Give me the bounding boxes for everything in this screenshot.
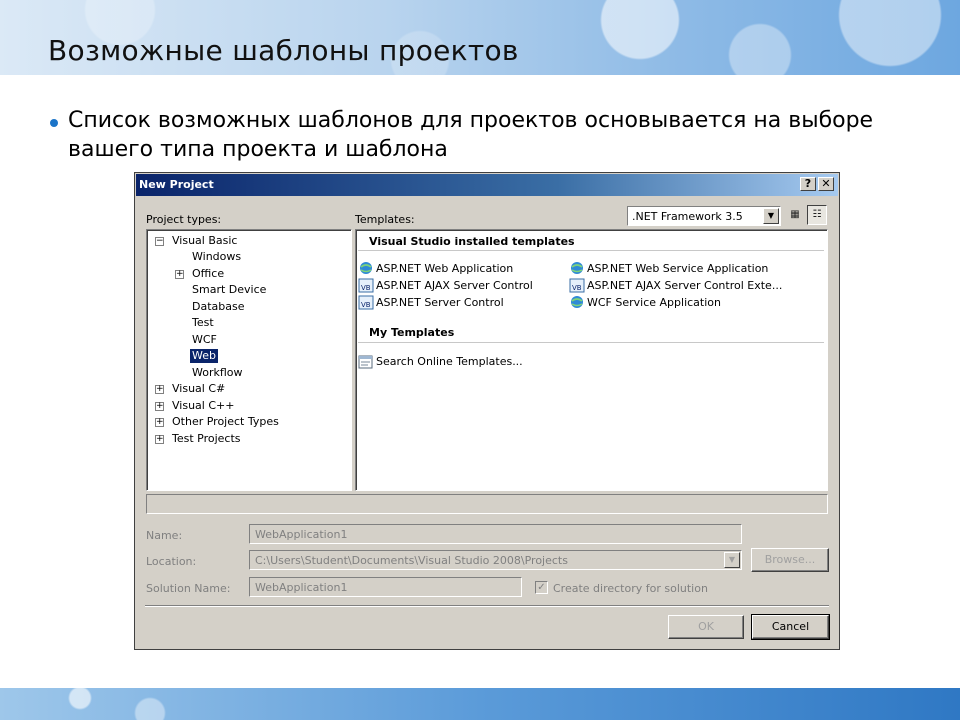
- tree-item-test-projects[interactable]: Test Projects: [170, 432, 243, 446]
- templates-list[interactable]: Visual Studio installed templates ASP.NE…: [355, 229, 828, 491]
- location-label: Location:: [146, 555, 197, 568]
- template-label: ASP.NET Web Service Application: [587, 262, 769, 275]
- help-button[interactable]: ?: [800, 177, 816, 191]
- tree-item-windows[interactable]: Windows: [190, 250, 243, 264]
- tree-item-office[interactable]: Office: [190, 267, 226, 281]
- tree-item-other-project-types[interactable]: Other Project Types: [170, 415, 281, 429]
- web-project-icon: [571, 262, 583, 274]
- browse-button[interactable]: Browse...: [751, 548, 829, 572]
- template-description-bar: [146, 494, 828, 514]
- tree-item-visual-basic[interactable]: Visual Basic: [170, 234, 239, 248]
- location-combo[interactable]: C:\Users\Student\Documents\Visual Studio…: [249, 550, 742, 570]
- web-project-icon: [571, 296, 583, 308]
- template-label: Search Online Templates...: [376, 355, 523, 368]
- tree-item-visual-csharp[interactable]: Visual C#: [170, 382, 227, 396]
- chevron-down-icon[interactable]: ▼: [724, 552, 740, 568]
- ok-button[interactable]: OK: [668, 615, 744, 639]
- footer-divider: [145, 605, 829, 607]
- name-input-value: WebApplication1: [255, 528, 348, 541]
- expand-icon[interactable]: +: [155, 435, 164, 444]
- slide-footer-banner: [0, 688, 960, 720]
- large-icons-view-button[interactable]: ▦: [785, 205, 805, 225]
- tree-item-web[interactable]: Web: [190, 349, 218, 363]
- collapse-icon[interactable]: −: [155, 237, 164, 246]
- svg-text:VB: VB: [361, 301, 371, 309]
- web-project-icon: [360, 262, 372, 274]
- project-types-label: Project types:: [146, 213, 222, 226]
- template-label: ASP.NET AJAX Server Control: [376, 279, 533, 292]
- create-directory-label: Create directory for solution: [553, 582, 708, 595]
- template-label: WCF Service Application: [587, 296, 721, 309]
- solution-name-value: WebApplication1: [255, 581, 348, 594]
- solution-name-label: Solution Name:: [146, 582, 231, 595]
- template-label: ASP.NET Web Application: [376, 262, 514, 275]
- tree-item-workflow[interactable]: Workflow: [190, 366, 245, 380]
- search-templates-icon: [358, 355, 373, 369]
- cancel-button[interactable]: Cancel: [751, 614, 830, 640]
- tree-item-smart-device[interactable]: Smart Device: [190, 283, 268, 297]
- name-input[interactable]: WebApplication1: [249, 524, 742, 544]
- template-label: ASP.NET Server Control: [376, 296, 504, 309]
- svg-text:VB: VB: [361, 284, 371, 292]
- tree-item-database[interactable]: Database: [190, 300, 247, 314]
- location-input-value: C:\Users\Student\Documents\Visual Studio…: [255, 554, 568, 567]
- slide-title: Возможные шаблоны проектов: [48, 34, 519, 67]
- installed-templates-header: Visual Studio installed templates: [369, 235, 575, 248]
- bullet-dot-icon: [50, 119, 58, 127]
- close-button[interactable]: ✕: [818, 177, 834, 191]
- bullet-point: Список возможных шаблонов для проектов о…: [50, 106, 930, 164]
- expand-icon[interactable]: +: [155, 418, 164, 427]
- vb-control-icon: VB: [569, 278, 585, 293]
- templates-label: Templates:: [355, 213, 415, 226]
- dialog-titlebar[interactable]: New Project ? ✕: [136, 174, 838, 196]
- framework-dropdown[interactable]: .NET Framework 3.5 ▼: [627, 206, 781, 226]
- chevron-down-icon[interactable]: ▼: [763, 208, 779, 224]
- section-divider: [358, 250, 824, 251]
- template-label: ASP.NET AJAX Server Control Exte...: [587, 279, 783, 292]
- expand-icon[interactable]: +: [175, 270, 184, 279]
- project-types-tree[interactable]: − Visual Basic Windows + Office Smart De…: [146, 229, 352, 491]
- solution-name-input[interactable]: WebApplication1: [249, 577, 522, 597]
- expand-icon[interactable]: +: [155, 385, 164, 394]
- create-directory-checkbox[interactable]: ✓: [535, 581, 548, 594]
- name-label: Name:: [146, 529, 183, 542]
- new-project-dialog: New Project ? ✕ Project types: Templates…: [134, 172, 840, 650]
- my-templates-header: My Templates: [369, 326, 455, 339]
- svg-text:VB: VB: [572, 284, 582, 292]
- vb-control-icon: VB: [358, 295, 374, 310]
- expand-icon[interactable]: +: [155, 402, 164, 411]
- vb-control-icon: VB: [358, 278, 374, 293]
- tree-item-test[interactable]: Test: [190, 316, 216, 330]
- framework-selected-value: .NET Framework 3.5: [632, 210, 743, 223]
- section-divider: [358, 342, 824, 343]
- small-icons-view-button[interactable]: ☷: [807, 205, 827, 225]
- dialog-title: New Project: [139, 178, 214, 191]
- bullet-text: Список возможных шаблонов для проектов о…: [68, 108, 874, 162]
- tree-item-visual-cpp[interactable]: Visual C++: [170, 399, 236, 413]
- tree-item-wcf[interactable]: WCF: [190, 333, 219, 347]
